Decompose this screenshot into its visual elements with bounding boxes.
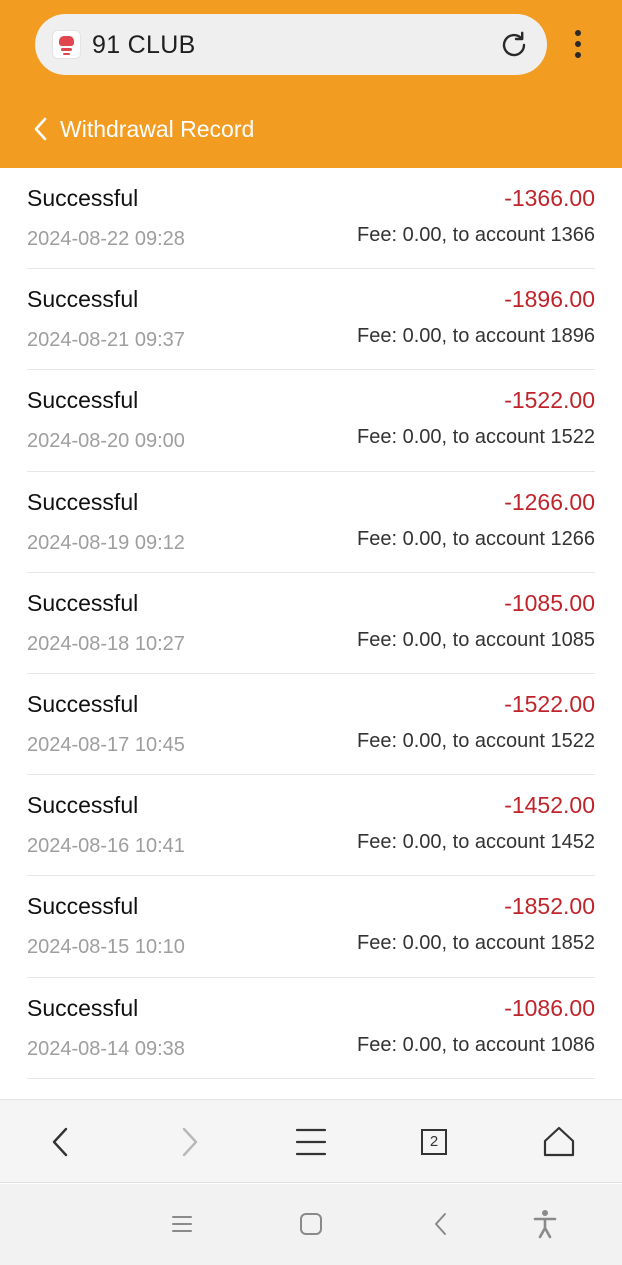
record-fee: Fee: 0.00, to account 1366: [357, 224, 595, 246]
record-date: 2024-08-19 09:12: [27, 531, 185, 554]
record-fee: Fee: 0.00, to account 1852: [357, 932, 595, 955]
record-amount: -1896.00: [504, 286, 595, 313]
more-vertical-icon[interactable]: [567, 28, 589, 62]
list-item[interactable]: Successful -1852.00 2024-08-15 10:10 Fee…: [27, 876, 595, 978]
list-item[interactable]: Successful -1522.00 2024-08-20 09:00 Fee…: [27, 370, 595, 472]
site-favicon-icon: [52, 30, 81, 59]
record-fee: Fee: 0.00, to account 1452: [357, 831, 595, 854]
chevron-left-icon: [34, 117, 47, 141]
record-status: Successful: [27, 792, 139, 819]
list-item[interactable]: Successful -1366.00 2024-08-22 09:28 Fee…: [27, 168, 595, 270]
list-item[interactable]: Successful: [27, 1079, 595, 1099]
record-status: Successful: [27, 286, 139, 313]
record-date: 2024-08-15 10:10: [27, 936, 185, 959]
browser-toolbar: 2: [0, 1099, 622, 1183]
record-status: Successful: [27, 488, 139, 515]
record-amount: -1522.00: [504, 387, 595, 414]
address-bar[interactable]: 91 CLUB: [35, 14, 547, 75]
record-date: 2024-08-17 10:45: [27, 733, 185, 756]
record-status: Successful: [27, 589, 139, 616]
record-date: 2024-08-21 09:37: [27, 329, 185, 352]
home-icon[interactable]: [539, 1122, 579, 1162]
list-item[interactable]: Successful -1085.00 2024-08-18 10:27 Fee…: [27, 573, 595, 674]
site-title: 91 CLUB: [92, 31, 196, 59]
list-item[interactable]: Successful -1522.00 2024-08-17 10:45 Fee…: [27, 674, 595, 776]
record-amount: -1086.00: [504, 994, 595, 1021]
menu-icon[interactable]: [291, 1122, 331, 1162]
record-status: Successful: [27, 893, 139, 920]
back-icon[interactable]: [42, 1122, 82, 1162]
record-amount: -1085.00: [504, 589, 595, 616]
record-amount: -1452.00: [504, 792, 595, 819]
page-title: Withdrawal Record: [60, 116, 255, 142]
forward-icon[interactable]: [168, 1122, 208, 1162]
record-date: 2024-08-16 10:41: [27, 835, 185, 858]
system-back-icon[interactable]: [423, 1206, 459, 1242]
list-item[interactable]: Successful -1896.00 2024-08-21 09:37 Fee…: [27, 269, 595, 371]
record-status: Successful: [27, 387, 139, 414]
recent-apps-icon[interactable]: [164, 1206, 200, 1242]
withdrawal-record-list[interactable]: Successful -1366.00 2024-08-22 09:28 Fee…: [0, 168, 622, 1099]
record-date: 2024-08-18 10:27: [27, 632, 185, 655]
record-date: 2024-08-20 09:00: [27, 430, 185, 453]
record-status: Successful: [27, 690, 139, 717]
record-amount: -1522.00: [504, 690, 595, 717]
system-home-icon[interactable]: [293, 1206, 329, 1242]
record-amount: -1266.00: [504, 488, 595, 515]
list-item[interactable]: Successful -1452.00 2024-08-16 10:41 Fee…: [27, 775, 595, 877]
record-status: Successful: [27, 994, 139, 1021]
back-button[interactable]: Withdrawal Record: [30, 111, 254, 147]
list-item[interactable]: Successful -1086.00 2024-08-14 09:38 Fee…: [27, 978, 595, 1079]
record-fee: Fee: 0.00, to account 1522: [357, 426, 595, 449]
record-date: 2024-08-22 09:28: [27, 228, 185, 250]
list-item[interactable]: Successful -1266.00 2024-08-19 09:12 Fee…: [27, 472, 595, 573]
record-fee: Fee: 0.00, to account 1896: [357, 325, 595, 348]
record-fee: Fee: 0.00, to account 1085: [357, 628, 595, 651]
record-fee: Fee: 0.00, to account 1266: [357, 527, 595, 550]
reload-icon[interactable]: [497, 28, 531, 62]
record-status: Successful: [27, 185, 139, 211]
record-amount: -1852.00: [504, 893, 595, 920]
record-amount: -1366.00: [504, 185, 595, 211]
tab-count: 2: [429, 1133, 439, 1150]
record-date: 2024-08-14 09:38: [27, 1037, 185, 1060]
top-bar: 91 CLUB Withdrawal Record: [0, 0, 622, 168]
accessibility-icon[interactable]: [527, 1206, 563, 1242]
tabs-icon[interactable]: 2: [414, 1122, 454, 1162]
system-navigation-bar: [0, 1184, 622, 1265]
record-fee: Fee: 0.00, to account 1522: [357, 729, 595, 752]
record-fee: Fee: 0.00, to account 1086: [357, 1033, 595, 1056]
